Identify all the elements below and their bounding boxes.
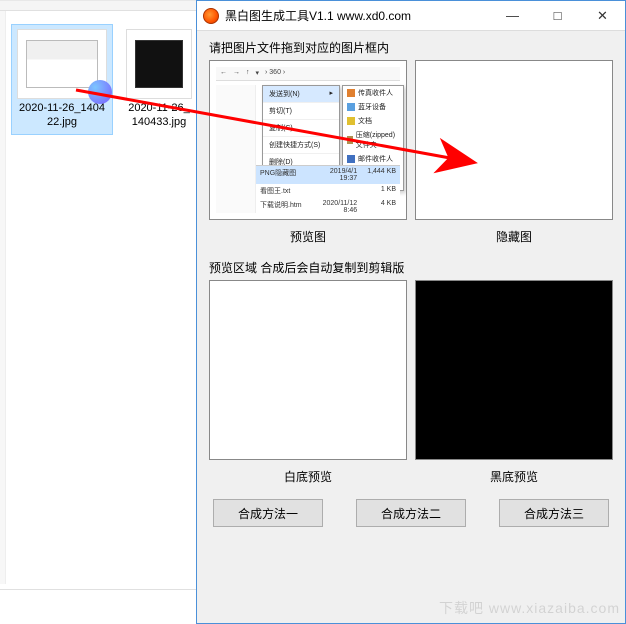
file-item-2[interactable]: 2020-11-26_140433.jpg [122,25,196,134]
dropped-image-preview: ←→↑▾› 360 › 发送到(N)▸ 剪切(T) 复制(C) 创建快捷方式(S… [216,67,400,213]
file-label: 2020-11-26_140422.jpg [12,101,112,134]
file-thumbnail [17,29,107,99]
compose-method-1-button[interactable]: 合成方法一 [213,499,323,527]
hidden-caption: 隐藏图 [415,224,613,249]
minimize-icon: — [506,8,519,23]
file-explorer-background: 2020-11-26_140422.jpg 2020-11-26_140433.… [0,0,196,624]
app-window: 黑白图生成工具V1.1 www.xd0.com — □ ✕ 请把图片文件拖到对应… [196,0,626,624]
file-thumbnail [126,29,192,99]
window-title: 黑白图生成工具V1.1 www.xd0.com [225,7,490,24]
drop-instruction-label: 请把图片文件拖到对应的图片框内 [209,39,613,56]
white-preview-box[interactable] [209,280,407,460]
preview-drop-zone[interactable]: ←→↑▾› 360 › 发送到(N)▸ 剪切(T) 复制(C) 创建快捷方式(S… [209,60,407,220]
black-preview-box[interactable] [415,280,613,460]
compose-method-2-button[interactable]: 合成方法二 [356,499,466,527]
file-label: 2020-11-26_140433.jpg [122,101,196,134]
app-badge-icon [88,80,112,104]
close-button[interactable]: ✕ [580,1,625,31]
black-preview-caption: 黑底预览 [415,464,613,489]
preview-area-label: 预览区域 合成后会自动复制到剪辑版 [209,259,613,276]
titlebar[interactable]: 黑白图生成工具V1.1 www.xd0.com — □ ✕ [197,1,625,31]
app-body: 请把图片文件拖到对应的图片框内 ←→↑▾› 360 › 发送到(N)▸ 剪切(T… [197,31,625,623]
file-list: PNG隐藏图2019/4/1 19:371,444 KB 看图王.txt1 KB… [256,165,400,213]
maximize-icon: □ [554,8,562,23]
watermark: 下载吧 www.xiazaiba.com [439,598,620,618]
white-preview-caption: 白底预览 [209,464,407,489]
divider [0,589,196,590]
folder-toolbar [0,1,196,11]
compose-method-3-button[interactable]: 合成方法三 [499,499,609,527]
file-item-1[interactable]: 2020-11-26_140422.jpg [12,25,112,134]
folder-sidepanel [0,11,6,584]
app-icon [203,8,219,24]
maximize-button[interactable]: □ [535,1,580,31]
minimize-button[interactable]: — [490,1,535,31]
preview-caption: 预览图 [209,224,407,249]
close-icon: ✕ [597,8,608,24]
hidden-drop-zone[interactable] [415,60,613,220]
